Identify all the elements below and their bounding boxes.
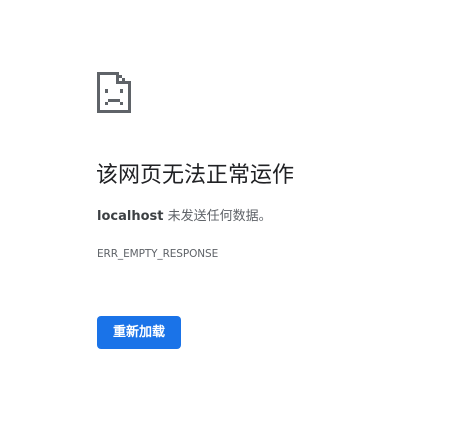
sad-page-icon [97, 72, 131, 113]
error-message: localhost 未发送任何数据。 [97, 207, 272, 227]
error-heading: 该网页无法正常运作 [96, 163, 295, 188]
error-message-text: 未发送任何数据。 [163, 209, 272, 224]
error-code: ERR_EMPTY_RESPONSE [97, 248, 219, 260]
host-name: localhost [97, 209, 164, 224]
error-page: 该网页无法正常运作 localhost 未发送任何数据。 ERR_EMPTY_R… [0, 0, 452, 443]
reload-button[interactable]: 重新加载 [97, 316, 181, 349]
